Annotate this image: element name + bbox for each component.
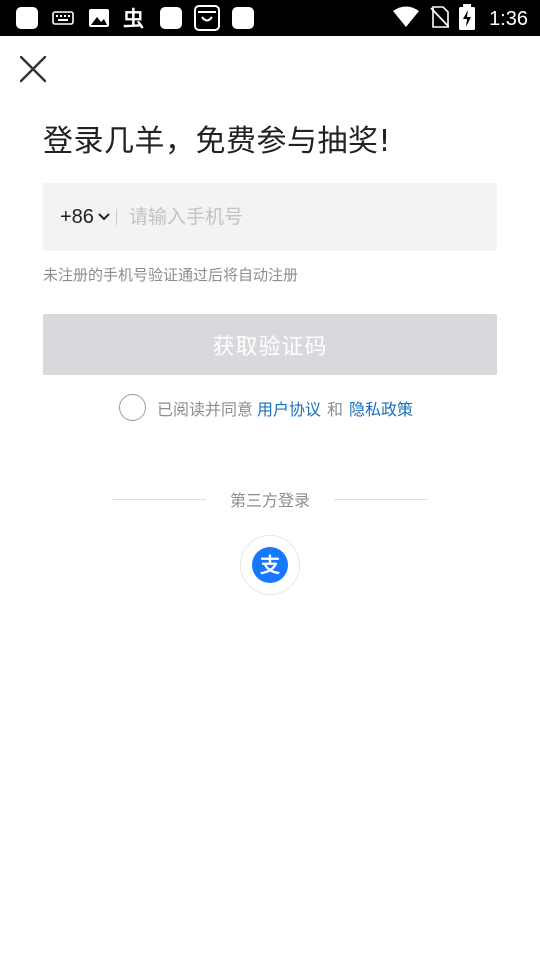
- country-code-label: +86: [60, 205, 94, 228]
- register-hint: 未注册的手机号验证通过后将自动注册: [43, 266, 299, 284]
- no-sim-icon: [429, 5, 450, 33]
- app-icon: [230, 5, 256, 31]
- divider-right: [334, 498, 427, 500]
- divider: [115, 209, 117, 225]
- agreement-row: 已阅读并同意 用户协议 和 隐私政策: [119, 394, 413, 421]
- page-title: 登录几羊，免费参与抽奖!: [43, 124, 392, 159]
- status-bar-system: 1:36: [393, 4, 528, 34]
- app-icon: [14, 5, 40, 31]
- wifi-icon: [393, 6, 420, 32]
- agreement-and: 和: [327, 399, 344, 419]
- app-icon: [158, 5, 184, 31]
- alipay-icon: 支: [252, 547, 288, 583]
- country-code-selector[interactable]: +86: [60, 206, 110, 229]
- shopping-icon: [194, 5, 220, 31]
- image-icon: [86, 5, 112, 31]
- privacy-policy-link[interactable]: 隐私政策: [349, 396, 413, 420]
- status-bar-notifications: 虫: [14, 5, 256, 31]
- third-party-login-divider: 第三方登录: [108, 487, 432, 511]
- agreement-checkbox[interactable]: [119, 394, 146, 421]
- chevron-down-icon: [98, 213, 110, 221]
- alipay-login-button[interactable]: 支: [240, 535, 300, 595]
- get-code-button[interactable]: 获取验证码: [43, 314, 497, 375]
- close-button[interactable]: [16, 52, 50, 86]
- close-icon: [19, 55, 47, 83]
- status-time: 1:36: [489, 7, 528, 30]
- third-party-label: 第三方登录: [229, 491, 310, 510]
- status-bar: 虫 1:36: [0, 0, 540, 36]
- user-agreement-link[interactable]: 用户协议: [257, 396, 321, 420]
- agreement-prefix: 已阅读并同意: [157, 399, 254, 419]
- divider-left: [112, 498, 206, 500]
- phone-input-box: +86: [43, 183, 497, 251]
- alipay-glyph: 支: [260, 553, 281, 577]
- wechat-icon: 虫: [122, 5, 148, 31]
- battery-charging-icon: [459, 4, 476, 34]
- keyboard-icon: [50, 5, 76, 31]
- svg-text:虫: 虫: [123, 7, 144, 31]
- phone-input[interactable]: [128, 206, 459, 228]
